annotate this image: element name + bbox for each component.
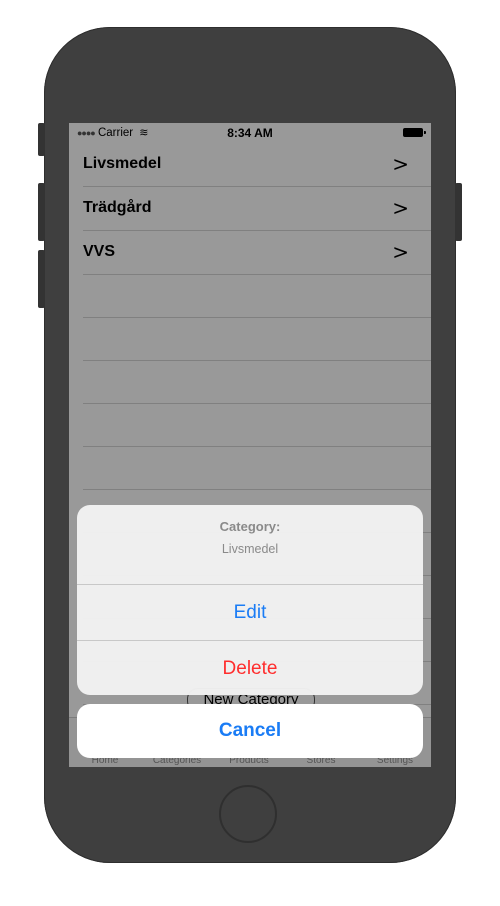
edit-button[interactable]: Edit [77,585,423,641]
home-button[interactable] [219,785,277,843]
power-button [455,183,462,241]
action-sheet-header: Category: Livsmedel [77,505,423,585]
action-sheet-message: Livsmedel [221,542,279,556]
volume-up-button [38,183,45,241]
volume-down-button [38,250,45,308]
screen: ●●●● Carrier ≋ 8:34 AM Livsmedel > Trädg… [69,123,431,767]
delete-button[interactable]: Delete [77,641,423,695]
action-sheet-title: Category: [219,519,281,534]
cancel-button[interactable]: Cancel [77,704,423,758]
mute-switch [38,123,45,156]
action-sheet: Category: Livsmedel Edit Delete [77,505,423,695]
